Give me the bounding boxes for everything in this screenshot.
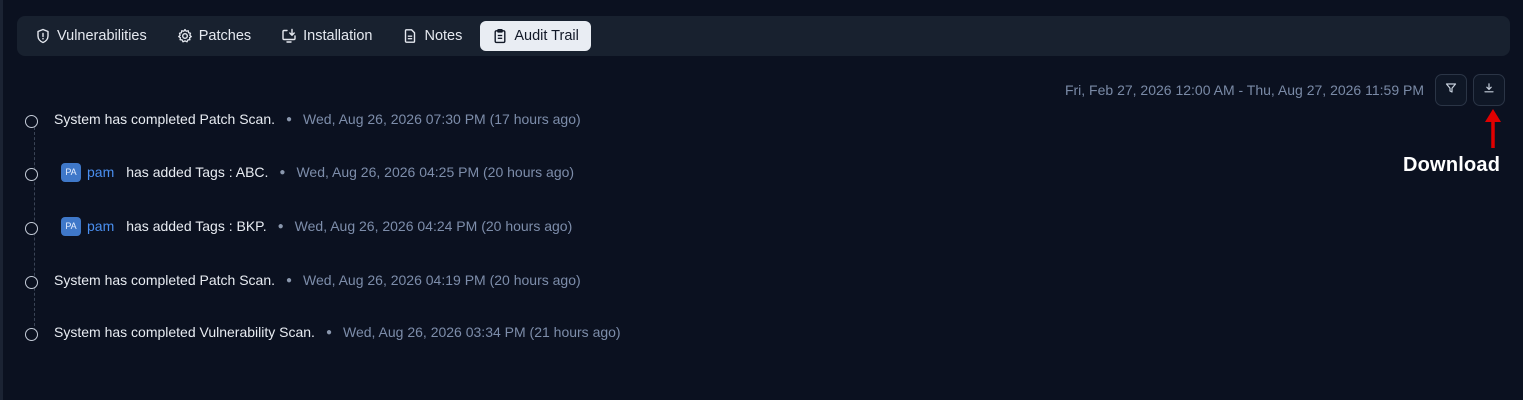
- entry-message: System has completed Patch Scan.: [54, 272, 275, 288]
- avatar: PA: [61, 216, 81, 236]
- timeline-entry: PA pam has added Tags : BKP. ● Wed, Aug …: [25, 215, 572, 237]
- timeline-dot-icon: [25, 327, 38, 341]
- bullet-separator: ●: [286, 113, 293, 125]
- tab-label: Audit Trail: [514, 28, 579, 44]
- annotation-arrow: [1485, 109, 1501, 148]
- download-icon: [1483, 81, 1495, 99]
- entry-message: has added Tags : BKP.: [126, 218, 267, 234]
- tab-label: Patches: [198, 28, 252, 44]
- tab-patches[interactable]: Patches: [165, 21, 263, 51]
- audit-trail-page: Vulnerabilities Patches Installation Not…: [0, 0, 1523, 400]
- tab-label: Installation: [303, 28, 373, 44]
- filter-icon: [1445, 81, 1457, 99]
- user-link[interactable]: pam: [87, 164, 114, 180]
- avatar: PA: [61, 162, 81, 182]
- gear-icon: [177, 28, 193, 44]
- entry-message: System has completed Patch Scan.: [54, 111, 275, 127]
- filter-button[interactable]: [1435, 74, 1467, 106]
- tab-bar: Vulnerabilities Patches Installation Not…: [17, 16, 1510, 56]
- clipboard-icon: [492, 28, 508, 44]
- tab-audit-trail[interactable]: Audit Trail: [480, 21, 591, 51]
- install-icon: [281, 28, 297, 44]
- annotation-label: Download: [1403, 154, 1501, 176]
- date-range-picker[interactable]: Fri, Feb 27, 2026 12:00 AM - Thu, Aug 27…: [1065, 82, 1424, 98]
- entry-timestamp: Wed, Aug 26, 2026 04:25 PM (20 hours ago…: [296, 164, 575, 180]
- timeline-entry: System has completed Patch Scan. ● Wed, …: [25, 269, 581, 291]
- timeline-dot-icon: [25, 167, 38, 181]
- tab-notes[interactable]: Notes: [390, 21, 474, 51]
- tab-label: Notes: [424, 28, 463, 44]
- timeline-dot-icon: [25, 275, 38, 289]
- timeline-dot-icon: [25, 114, 38, 128]
- bullet-separator: ●: [279, 166, 286, 178]
- document-icon: [402, 28, 418, 44]
- bullet-separator: ●: [286, 274, 293, 286]
- tab-label: Vulnerabilities: [57, 28, 147, 44]
- timeline-entry: System has completed Patch Scan. ● Wed, …: [25, 108, 581, 130]
- tab-vulnerabilities[interactable]: Vulnerabilities: [23, 21, 159, 51]
- timeline-entry: PA pam has added Tags : ABC. ● Wed, Aug …: [25, 161, 574, 183]
- timeline-entry: System has completed Vulnerability Scan.…: [25, 321, 621, 343]
- entry-timestamp: Wed, Aug 26, 2026 03:34 PM (21 hours ago…: [343, 324, 621, 340]
- user-link[interactable]: pam: [87, 218, 114, 234]
- entry-timestamp: Wed, Aug 26, 2026 07:30 PM (17 hours ago…: [303, 111, 581, 127]
- entry-message: System has completed Vulnerability Scan.: [54, 324, 315, 340]
- entry-message: has added Tags : ABC.: [126, 164, 269, 180]
- bullet-separator: ●: [277, 220, 284, 232]
- download-button[interactable]: [1473, 74, 1505, 106]
- shield-icon: [35, 28, 51, 44]
- timeline-dot-icon: [25, 221, 38, 235]
- entry-timestamp: Wed, Aug 26, 2026 04:24 PM (20 hours ago…: [294, 218, 573, 234]
- entry-timestamp: Wed, Aug 26, 2026 04:19 PM (20 hours ago…: [303, 272, 581, 288]
- bullet-separator: ●: [325, 326, 332, 338]
- tab-installation[interactable]: Installation: [269, 21, 384, 51]
